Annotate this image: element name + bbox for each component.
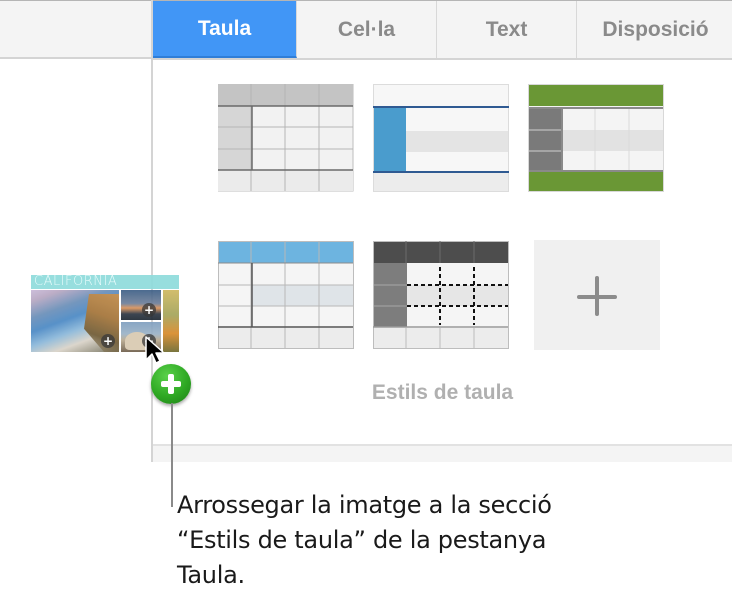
- image-title-banner: CALIFORNIA: [31, 274, 179, 289]
- tab-cell[interactable]: Cel·la: [297, 1, 437, 58]
- add-table-style-button[interactable]: [534, 240, 660, 350]
- canvas-header-strip: [0, 0, 152, 59]
- plus-icon: +: [101, 334, 115, 348]
- plus-icon: +: [142, 303, 156, 317]
- tab-arrange[interactable]: Disposició: [577, 1, 732, 58]
- green-plus-icon: [151, 364, 191, 404]
- tab-table[interactable]: Taula: [153, 1, 297, 58]
- image-title: CALIFORNIA: [34, 274, 118, 289]
- table-styles-label: Estils de taula: [371, 381, 514, 404]
- format-sidebar: Taula Cel·la Text Disposició Estils de t…: [151, 0, 732, 462]
- table-style-light-blue[interactable]: [218, 241, 354, 349]
- format-tabs: Taula Cel·la Text Disposició: [153, 0, 732, 60]
- table-style-green[interactable]: [528, 84, 664, 192]
- tab-text[interactable]: Text: [437, 1, 577, 58]
- sidebar-footer: [153, 444, 732, 462]
- table-style-blue-column[interactable]: [373, 84, 509, 192]
- callout-line: [171, 403, 173, 507]
- pointer-cursor-icon: [145, 336, 165, 364]
- callout-text: Arrossegar la imatge a la secció “Estils…: [177, 491, 552, 589]
- table-style-dark-dashed[interactable]: [373, 241, 509, 349]
- table-style-gray[interactable]: [218, 84, 354, 192]
- lighthouse-photo: [121, 290, 161, 320]
